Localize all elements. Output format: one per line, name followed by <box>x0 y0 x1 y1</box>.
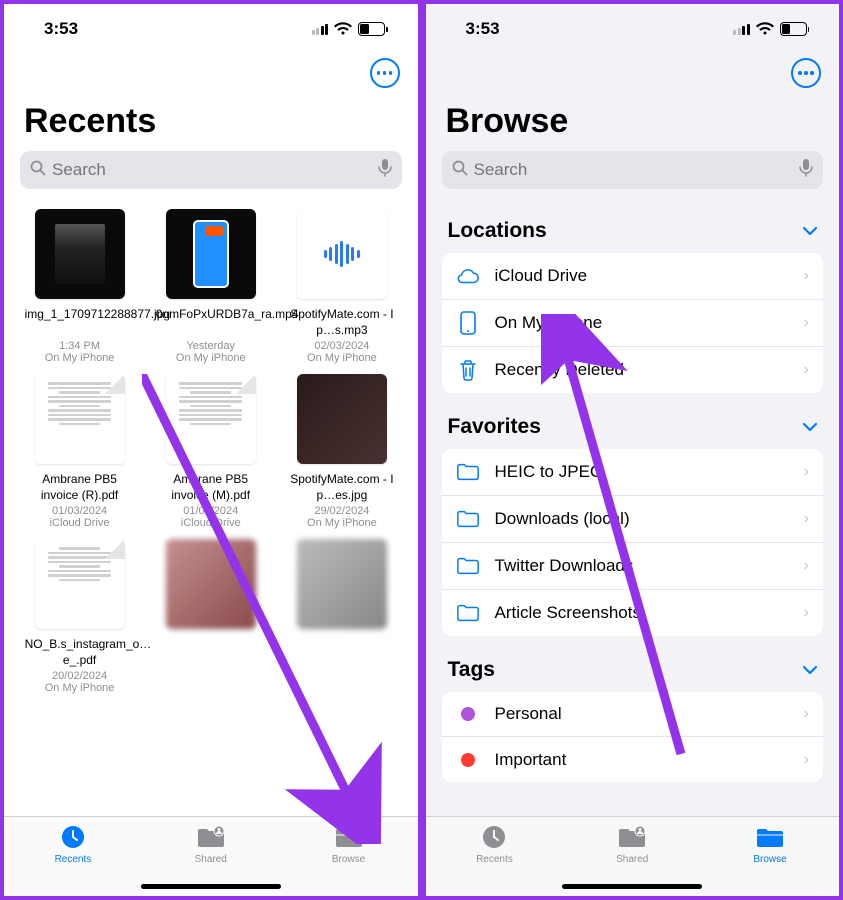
home-indicator[interactable] <box>141 884 281 889</box>
file-item[interactable]: Ambrane PB5 invoice (M).pdf 01/03/2024 i… <box>151 374 270 529</box>
folder-icon <box>755 823 785 851</box>
chevron-right-icon: › <box>804 751 809 769</box>
status-right: 38 <box>733 22 809 36</box>
tag-item[interactable]: Personal › <box>442 692 824 737</box>
thumbnail-image <box>297 374 387 464</box>
file-item[interactable]: 0nmFoPxURDB7a_ra.mp4 Yesterday On My iPh… <box>151 209 270 364</box>
file-item[interactable] <box>151 539 270 694</box>
phone-left-recents: 3:53 38 Recents img_1_1709712288877.jpg <box>0 0 422 900</box>
more-options-button[interactable] <box>370 58 400 88</box>
search-icon <box>452 160 468 181</box>
page-title: Recents <box>4 94 418 151</box>
tab-recents[interactable]: Recents <box>454 823 534 896</box>
folder-shared-icon <box>196 823 226 851</box>
chevron-right-icon: › <box>804 604 809 622</box>
file-item[interactable]: SpotifyMate.com - I p…s.mp3 02/03/2024 O… <box>282 209 401 364</box>
chevron-down-icon <box>803 662 817 678</box>
tag-dot-icon <box>461 753 475 767</box>
thumbnail-pdf <box>35 374 125 464</box>
favorite-item[interactable]: Article Screenshots › <box>442 590 824 636</box>
favorite-item[interactable]: Downloads (local) › <box>442 496 824 543</box>
thumbnail-pdf <box>35 539 125 629</box>
wifi-icon <box>756 22 774 36</box>
chevron-down-icon <box>803 223 817 239</box>
tab-recents[interactable]: Recents <box>33 823 113 896</box>
more-options-button[interactable] <box>791 58 821 88</box>
location-recently-deleted[interactable]: Recently Deleted › <box>442 347 824 393</box>
favorite-item[interactable]: HEIC to JPEG › <box>442 449 824 496</box>
clock-icon <box>60 823 86 851</box>
chevron-right-icon: › <box>804 314 809 332</box>
file-grid: img_1_1709712288877.jpg 1:34 PM On My iP… <box>20 209 402 694</box>
phone-right-browse: 3:53 38 Browse Locations <box>422 0 843 900</box>
chevron-right-icon: › <box>804 510 809 528</box>
section-header[interactable]: Tags <box>442 648 824 692</box>
favorite-item[interactable]: Twitter Downloads › <box>442 543 824 590</box>
tab-browse[interactable]: Browse <box>730 823 810 896</box>
chevron-right-icon: › <box>804 267 809 285</box>
status-bar: 3:53 38 <box>4 4 418 54</box>
location-on-my-iphone[interactable]: On My iPhone › <box>442 300 824 347</box>
section-favorites: Favorites HEIC to JPEG › Downloads (loca… <box>442 405 824 636</box>
thumbnail-audio <box>297 209 387 299</box>
search-bar[interactable] <box>442 151 824 189</box>
file-item[interactable]: NO_B.s_instagram_o…e_.pdf 20/02/2024 On … <box>20 539 139 694</box>
section-header[interactable]: Favorites <box>442 405 824 449</box>
status-right: 38 <box>312 22 388 36</box>
mic-icon[interactable] <box>799 159 813 182</box>
phone-icon <box>456 311 480 335</box>
file-item[interactable]: Ambrane PB5 invoice (R).pdf 01/03/2024 i… <box>20 374 139 529</box>
home-indicator[interactable] <box>562 884 702 889</box>
thumbnail-image <box>297 539 387 629</box>
search-input[interactable] <box>52 160 372 180</box>
chevron-right-icon: › <box>804 557 809 575</box>
page-title: Browse <box>426 94 840 151</box>
thumbnail-video <box>166 209 256 299</box>
folder-icon <box>334 823 364 851</box>
file-item[interactable] <box>282 539 401 694</box>
folder-shared-icon <box>617 823 647 851</box>
location-icloud-drive[interactable]: iCloud Drive › <box>442 253 824 300</box>
folder-icon <box>456 554 480 578</box>
tab-browse[interactable]: Browse <box>309 823 389 896</box>
chevron-down-icon <box>803 419 817 435</box>
search-icon <box>30 160 46 181</box>
search-input[interactable] <box>474 160 794 180</box>
section-locations: Locations iCloud Drive › On My iPhone › … <box>442 209 824 393</box>
tag-item[interactable]: Important › <box>442 737 824 782</box>
section-tags: Tags Personal › Important › <box>442 648 824 782</box>
folder-icon <box>456 601 480 625</box>
search-bar[interactable] <box>20 151 402 189</box>
file-item[interactable]: img_1_1709712288877.jpg 1:34 PM On My iP… <box>20 209 139 364</box>
cell-signal-icon <box>312 24 329 35</box>
status-time: 3:53 <box>44 19 78 39</box>
battery-icon: 38 <box>780 22 810 36</box>
thumbnail-image <box>166 539 256 629</box>
status-time: 3:53 <box>466 19 500 39</box>
cloud-icon <box>456 264 480 288</box>
folder-icon <box>456 507 480 531</box>
chevron-right-icon: › <box>804 361 809 379</box>
thumbnail-pdf <box>166 374 256 464</box>
chevron-right-icon: › <box>804 705 809 723</box>
folder-icon <box>456 460 480 484</box>
section-header[interactable]: Locations <box>442 209 824 253</box>
clock-icon <box>481 823 507 851</box>
thumbnail-image <box>35 209 125 299</box>
chevron-right-icon: › <box>804 463 809 481</box>
file-item[interactable]: SpotifyMate.com - I p…es.jpg 29/02/2024 … <box>282 374 401 529</box>
cell-signal-icon <box>733 24 750 35</box>
tag-dot-icon <box>461 707 475 721</box>
battery-icon: 38 <box>358 22 388 36</box>
trash-icon <box>456 358 480 382</box>
status-bar: 3:53 38 <box>426 4 840 54</box>
mic-icon[interactable] <box>378 159 392 182</box>
wifi-icon <box>334 22 352 36</box>
